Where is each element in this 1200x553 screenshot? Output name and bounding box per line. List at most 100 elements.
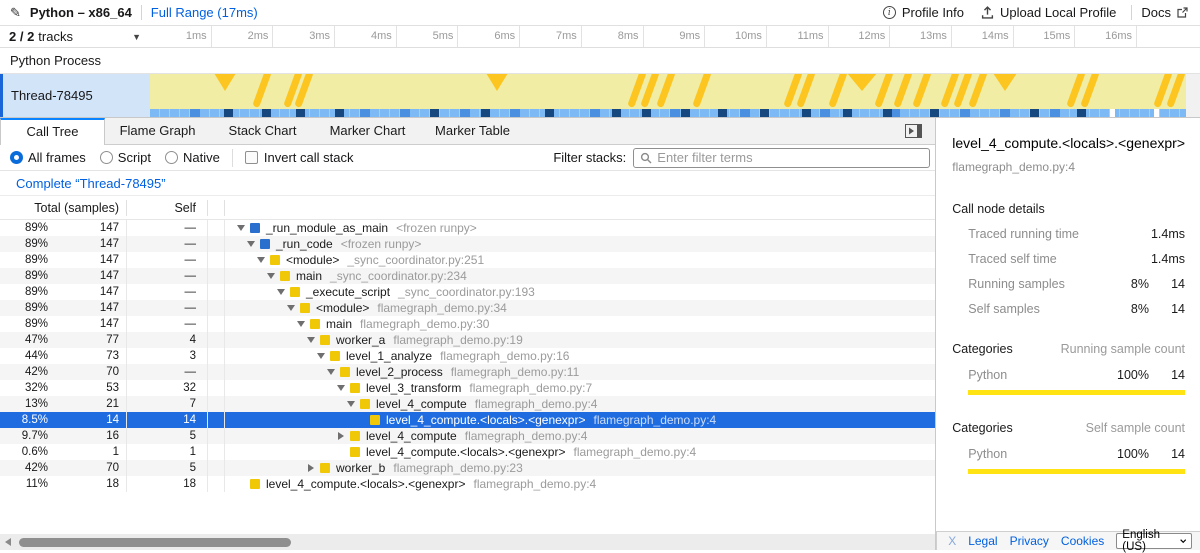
language-select[interactable]: English (US) [1116,533,1192,549]
tab-marker-chart[interactable]: Marker Chart [315,118,420,144]
column-header-total[interactable]: Total (samples) [0,200,127,216]
sample-segment [545,109,554,117]
collapse-arrow-icon[interactable] [246,241,256,247]
process-track-header[interactable]: Python Process [0,48,1200,74]
scroll-left-arrow-icon[interactable] [5,538,11,546]
radio-native[interactable]: Native [165,150,220,165]
tree-row[interactable]: 11%1818level_4_compute.<locals>.<genexpr… [0,476,935,492]
tree-row[interactable]: 13%217level_4_computeflamegraph_demo.py:… [0,396,935,412]
category-square-icon [320,463,330,473]
tab-call-tree[interactable]: Call Tree [0,118,105,145]
tree-row[interactable]: 42%705worker_bflamegraph_demo.py:23 [0,460,935,476]
tree-row[interactable]: 42%70—level_2_processflamegraph_demo.py:… [0,364,935,380]
chevron-down-icon: ▼ [132,32,141,42]
sample-segment [400,109,410,117]
footer-link-legal[interactable]: Legal [968,534,997,548]
row-total-percent: 89% [0,300,48,316]
function-name: level_3_transform [366,381,461,395]
thread-activity-graph[interactable] [150,74,1186,117]
full-range-link[interactable]: Full Range (17ms) [151,5,258,20]
tracks-count-label: 2 / 2tracks [9,29,73,44]
collapse-arrow-icon[interactable] [286,305,296,311]
tree-row[interactable]: 32%5332level_3_transformflamegraph_demo.… [0,380,935,396]
tree-row[interactable]: 89%147—_run_module_as_main<frozen runpy> [0,220,935,236]
thread-track: Thread-78495 [0,74,1200,118]
footer-link-x[interactable]: X [948,534,956,548]
row-function-cell: level_1_analyzeflamegraph_demo.py:16 [225,348,935,364]
collapse-arrow-icon[interactable] [346,401,356,407]
scrollbar-thumb[interactable] [19,538,291,547]
upload-profile-button[interactable]: Upload Local Profile [981,5,1116,20]
sample-segment [430,109,439,117]
footer-link-cookies[interactable]: Cookies [1061,534,1104,548]
call-node-details: Traced running time1.4msTraced self time… [952,227,1185,316]
tab-flame-graph[interactable]: Flame Graph [105,118,210,144]
collapse-arrow-icon[interactable] [316,353,326,359]
call-tree-header: Total (samples) Self [0,196,935,220]
tree-row[interactable]: 89%147—<module>_sync_coordinator.py:251 [0,252,935,268]
radio-label: Native [183,150,220,165]
collapse-arrow-icon[interactable] [336,385,346,391]
category-header-label: Categories [952,421,1012,435]
tab-marker-table[interactable]: Marker Table [420,118,525,144]
expand-arrow-icon[interactable] [306,464,316,472]
function-location: flamegraph_demo.py:34 [377,301,506,315]
collapse-arrow-icon[interactable] [266,273,276,279]
tracks-dropdown[interactable]: 2 / 2tracks ▼ [0,26,150,47]
tree-row[interactable]: 44%733level_1_analyzeflamegraph_demo.py:… [0,348,935,364]
row-icon-cell [208,236,225,252]
tab-stack-chart[interactable]: Stack Chart [210,118,315,144]
category-header-metric: Running sample count [1061,342,1185,356]
filter-stacks-input[interactable] [657,150,923,165]
collapse-arrow-icon[interactable] [306,337,316,343]
sample-segment [820,109,830,117]
thread-track-label[interactable]: Thread-78495 [0,74,150,117]
detail-values: 8%14 [1105,302,1185,316]
tree-row[interactable]: 47%774worker_aflamegraph_demo.py:19 [0,332,935,348]
tree-row[interactable]: 9.7%165level_4_computeflamegraph_demo.py… [0,428,935,444]
docs-link[interactable]: Docs [1141,5,1188,20]
radio-all-frames[interactable]: All frames [10,150,86,165]
row-function-cell: <module>_sync_coordinator.py:251 [225,252,935,268]
tree-row[interactable]: 89%147—<module>flamegraph_demo.py:34 [0,300,935,316]
sample-segment [224,109,233,117]
category-square-icon [350,447,360,457]
tree-row[interactable]: 89%147—main_sync_coordinator.py:234 [0,268,935,284]
edit-pencil-icon[interactable]: ✎ [10,5,21,21]
function-location: flamegraph_demo.py:4 [465,429,588,443]
breadcrumb-complete-link[interactable]: Complete “Thread-78495” [16,176,166,191]
tree-row[interactable]: 0.6%11level_4_compute.<locals>.<genexpr>… [0,444,935,460]
row-icon-cell [208,316,225,332]
horizontal-scrollbar[interactable] [0,534,935,550]
invert-call-stack-checkbox[interactable]: Invert call stack [245,150,354,165]
collapse-arrow-icon[interactable] [296,321,306,327]
radio-script[interactable]: Script [100,150,151,165]
app-header: ✎ Python – x86_64 Full Range (17ms) i Pr… [0,0,1200,26]
sample-segment [642,109,651,117]
row-function-cell: level_3_transformflamegraph_demo.py:7 [225,380,935,396]
sample-segment [460,109,470,117]
collapse-arrow-icon[interactable] [326,369,336,375]
tree-row[interactable]: 89%147—_run_code<frozen runpy> [0,236,935,252]
collapse-arrow-icon[interactable] [276,289,286,295]
sample-segment [740,109,750,117]
collapse-arrow-icon[interactable] [256,257,266,263]
row-total-percent: 11% [0,476,48,492]
row-self-samples: 7 [127,396,208,412]
row-total-samples: 70 [48,460,127,476]
tree-row[interactable]: 89%147—_execute_script_sync_coordinator.… [0,284,935,300]
row-self-samples: 4 [127,332,208,348]
category-row: Python100%14 [952,368,1185,382]
tree-row[interactable]: 8.5%1414level_4_compute.<locals>.<genexp… [0,412,935,428]
collapse-arrow-icon[interactable] [236,225,246,231]
footer-link-privacy[interactable]: Privacy [1010,534,1049,548]
column-header-self[interactable]: Self [127,200,208,216]
sidebar-footer: X Legal Privacy Cookies English (US) [936,531,1200,550]
profile-info-button[interactable]: i Profile Info [883,5,964,20]
function-location: flamegraph_demo.py:4 [593,413,716,427]
sidebar-toggle-button[interactable] [905,124,923,141]
expand-arrow-icon[interactable] [336,432,346,440]
sample-segment [670,109,680,117]
tree-row[interactable]: 89%147—mainflamegraph_demo.py:30 [0,316,935,332]
row-total-samples: 14 [48,412,127,428]
